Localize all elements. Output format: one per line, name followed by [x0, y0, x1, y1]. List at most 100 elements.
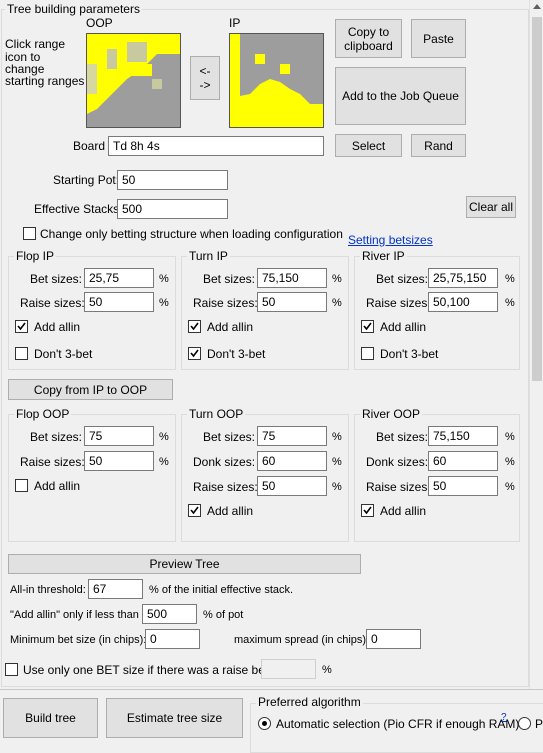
algorithm-help-link[interactable]: ?: [501, 711, 507, 725]
turn-ip-bet-pct: %: [332, 273, 342, 285]
turn-ip-dont3bet-checkbox[interactable]: [188, 347, 201, 360]
river-ip-title: River IP: [360, 249, 407, 263]
river-ip-raise-label: Raise sizes:: [366, 296, 431, 310]
board-input[interactable]: Td 8h 4s: [108, 136, 324, 156]
flop-oop-bet-pct: %: [159, 431, 169, 443]
allin-threshold-input[interactable]: 67: [88, 579, 143, 599]
turn-ip-bet-input[interactable]: 75,150: [257, 268, 327, 288]
starting-pot-input[interactable]: 50: [117, 170, 228, 190]
paste-button[interactable]: Paste: [411, 19, 466, 58]
ip-label: IP: [229, 16, 241, 30]
change-only-betting-checkbox[interactable]: [23, 227, 36, 240]
river-oop-raise-input[interactable]: 50: [428, 476, 498, 496]
add-allin-if-suffix: % of pot: [203, 609, 244, 621]
scroll-up-arrow-icon[interactable]: [533, 4, 541, 9]
turn-oop-add-allin-checkbox[interactable]: [188, 504, 201, 517]
flop-ip-bet-pct: %: [159, 273, 169, 285]
turn-ip-bet-label: Bet sizes:: [203, 272, 256, 286]
turn-oop-donk-label: Donk sizes:: [193, 455, 256, 469]
turn-oop-raise-input[interactable]: 50: [257, 476, 327, 496]
flop-oop-bet-input[interactable]: 75: [84, 426, 154, 446]
river-ip-dont3bet-checkbox[interactable]: [361, 347, 374, 360]
river-oop-add-allin-label: Add allin: [380, 504, 427, 518]
scrollbar-thumb[interactable]: [532, 17, 542, 381]
min-bet-input[interactable]: 0: [145, 629, 200, 649]
flop-ip-bet-label: Bet sizes:: [30, 272, 83, 286]
turn-ip-add-allin-label: Add allin: [207, 320, 254, 334]
river-ip-bet-input[interactable]: 25,75,150: [428, 268, 498, 288]
flop-oop-add-allin-checkbox[interactable]: [15, 479, 28, 492]
turn-oop-title: Turn OOP: [187, 407, 246, 421]
rand-button[interactable]: Rand: [411, 134, 466, 157]
build-tree-button[interactable]: Build tree: [3, 698, 98, 738]
turn-oop-bet-input[interactable]: 75: [257, 426, 327, 446]
flop-oop-add-allin-label: Add allin: [34, 479, 81, 493]
change-only-betting-label: Change only betting structure when loadi…: [40, 227, 343, 241]
effective-stacks-input[interactable]: 500: [117, 199, 228, 219]
one-bet-size-checkbox[interactable]: [5, 663, 18, 676]
flop-ip-dont3bet-label: Don't 3-bet: [34, 347, 93, 361]
turn-oop-donk-input[interactable]: 60: [257, 451, 327, 471]
algorithm-auto-label: Automatic selection (Pio CFR if enough R…: [276, 717, 520, 731]
turn-oop-bet-label: Bet sizes:: [203, 430, 256, 444]
add-allin-if-input[interactable]: 500: [142, 604, 197, 624]
bottom-separator: [0, 689, 543, 690]
river-oop-donk-pct: %: [505, 456, 515, 468]
oop-range-matrix[interactable]: [86, 33, 181, 128]
algorithm-auto-radio[interactable]: [258, 717, 271, 730]
flop-ip-raise-input[interactable]: 50: [84, 292, 154, 312]
min-bet-label: Minimum bet size (in chips):: [10, 634, 147, 646]
select-button[interactable]: Select: [335, 134, 402, 157]
allin-threshold-suffix: % of the initial effective stack.: [149, 584, 294, 596]
river-ip-bet-label: Bet sizes:: [376, 272, 429, 286]
estimate-tree-size-button[interactable]: Estimate tree size: [106, 698, 243, 738]
flop-ip-dont3bet-checkbox[interactable]: [15, 347, 28, 360]
flop-ip-bet-input[interactable]: 25,75: [84, 268, 154, 288]
algorithm-option2-label: P: [535, 717, 543, 731]
river-oop-title: River OOP: [360, 407, 423, 421]
clear-all-button[interactable]: Clear all: [466, 196, 516, 218]
river-oop-raise-label: Raise sizes:: [366, 480, 431, 494]
turn-oop-raise-label: Raise sizes:: [193, 480, 258, 494]
turn-ip-add-allin-checkbox[interactable]: [188, 320, 201, 333]
river-oop-bet-input[interactable]: 75,150: [428, 426, 498, 446]
turn-oop-raise-pct: %: [332, 481, 342, 493]
max-spread-input[interactable]: 0: [366, 629, 421, 649]
turn-oop-bet-pct: %: [332, 431, 342, 443]
flop-oop-raise-label: Raise sizes:: [20, 455, 85, 469]
add-to-job-queue-button[interactable]: Add to the Job Queue: [335, 67, 466, 125]
turn-ip-raise-pct: %: [332, 297, 342, 309]
turn-oop-add-allin-label: Add allin: [207, 504, 254, 518]
turn-ip-dont3bet-label: Don't 3-bet: [207, 347, 266, 361]
copy-ip-to-oop-button[interactable]: Copy from IP to OOP: [8, 379, 173, 400]
flop-oop-raise-pct: %: [159, 456, 169, 468]
flop-oop-raise-input[interactable]: 50: [84, 451, 154, 471]
copy-to-clipboard-button[interactable]: Copy to clipboard: [335, 19, 402, 58]
range-hint-line1: Click range: [5, 37, 66, 51]
one-bet-size-label: Use only one BET size if there was a rai…: [23, 663, 286, 677]
turn-ip-raise-label: Raise sizes:: [193, 296, 258, 310]
swap-ranges-button[interactable]: <- ->: [190, 56, 220, 100]
flop-ip-add-allin-label: Add allin: [34, 320, 81, 334]
max-spread-label: maximum spread (in chips): [234, 634, 367, 646]
river-ip-dont3bet-label: Don't 3-bet: [380, 347, 439, 361]
tree-building-title: Tree building parameters: [5, 2, 142, 16]
algorithm-option2-radio[interactable]: [518, 717, 531, 730]
river-ip-raise-pct: %: [505, 297, 515, 309]
range-hint-line4: starting ranges: [5, 74, 85, 88]
turn-ip-raise-input[interactable]: 50: [257, 292, 327, 312]
river-ip-add-allin-checkbox[interactable]: [361, 320, 374, 333]
setting-betsizes-link[interactable]: Setting betsizes: [348, 233, 433, 247]
preview-tree-button[interactable]: Preview Tree: [8, 554, 361, 574]
vertical-scrollbar[interactable]: [529, 0, 543, 689]
flop-ip-add-allin-checkbox[interactable]: [15, 320, 28, 333]
river-oop-donk-input[interactable]: 60: [428, 451, 498, 471]
river-oop-bet-pct: %: [505, 431, 515, 443]
river-oop-add-allin-checkbox[interactable]: [361, 504, 374, 517]
ip-range-matrix[interactable]: [229, 33, 324, 128]
flop-oop-bet-label: Bet sizes:: [30, 430, 83, 444]
one-bet-size-pct: %: [322, 664, 332, 676]
river-ip-raise-input[interactable]: 50,100: [428, 292, 498, 312]
one-bet-size-input[interactable]: [261, 659, 316, 679]
turn-oop-donk-pct: %: [332, 456, 342, 468]
